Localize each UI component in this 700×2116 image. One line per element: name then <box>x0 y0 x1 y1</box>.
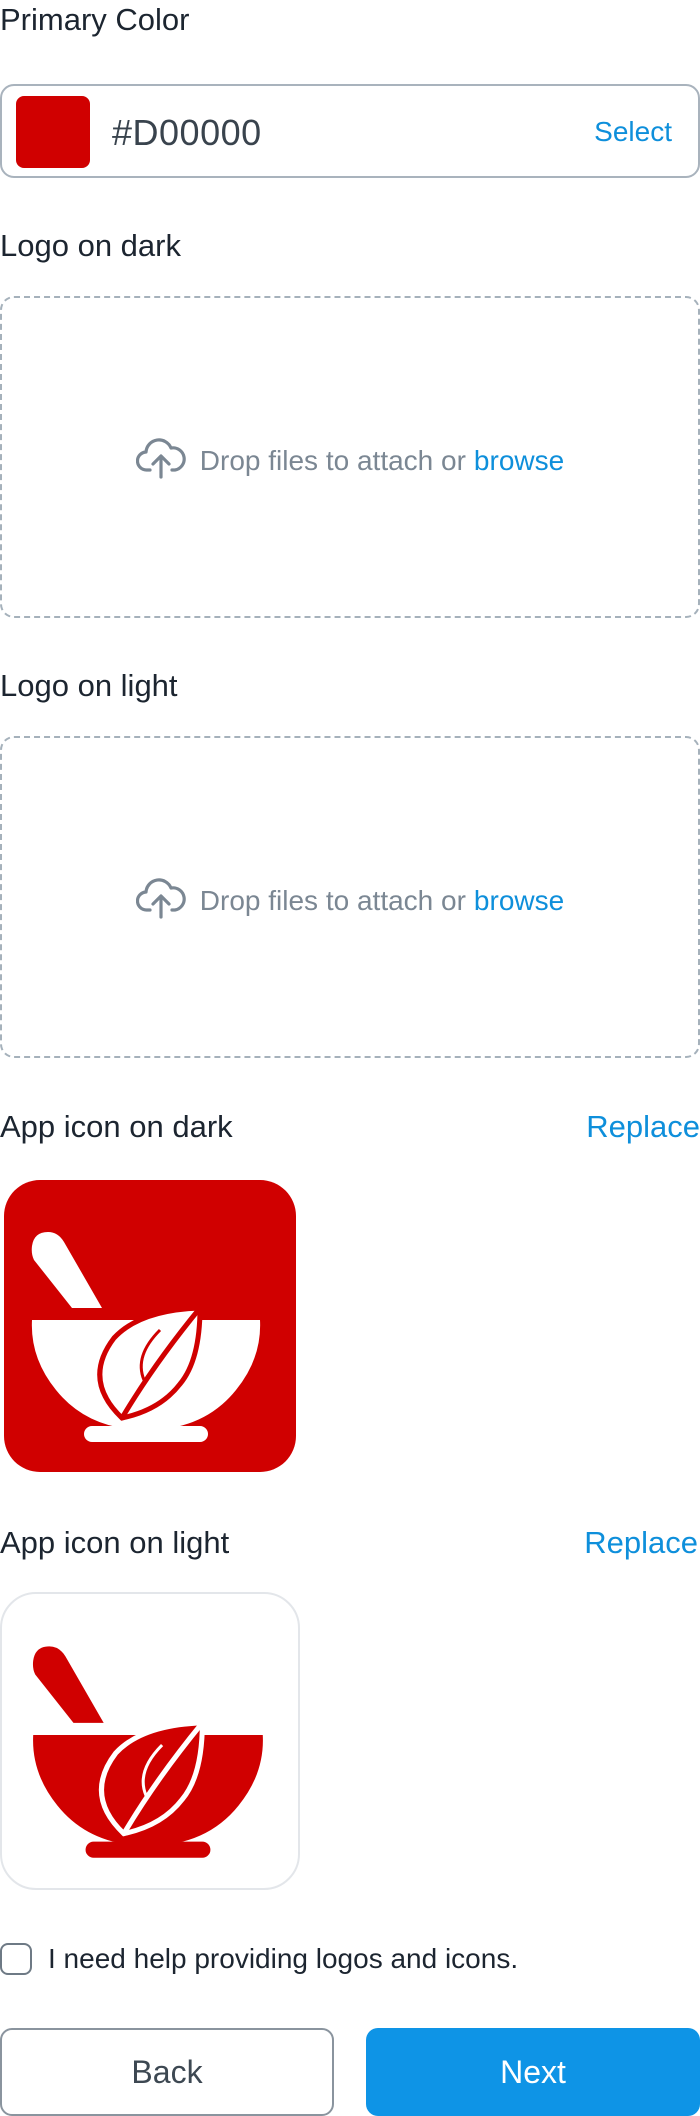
app-icon-on-dark-label: App icon on dark <box>0 1109 233 1144</box>
replace-app-icon-dark-button[interactable]: Replace <box>586 1111 700 1142</box>
app-icon-dark-preview <box>4 1180 296 1472</box>
logo-on-light-label: Logo on light <box>0 668 178 703</box>
browse-link[interactable]: browse <box>474 445 564 477</box>
back-button[interactable]: Back <box>0 2028 334 2116</box>
select-color-button[interactable]: Select <box>594 116 672 148</box>
mortar-pestle-leaf-icon <box>31 1232 261 1442</box>
browse-link[interactable]: browse <box>474 885 564 917</box>
replace-app-icon-light-button[interactable]: Replace <box>584 1527 698 1558</box>
logo-on-light-dropzone[interactable]: Drop files to attach or browse <box>0 736 700 1058</box>
primary-color-value[interactable]: #D00000 <box>112 112 262 154</box>
next-button[interactable]: Next <box>366 2028 700 2116</box>
dropzone-text: Drop files to attach or <box>199 884 466 916</box>
app-icon-on-light-label: App icon on light <box>0 1525 230 1560</box>
dropzone-text: Drop files to attach or <box>199 444 466 476</box>
primary-color-label: Primary Color <box>0 2 190 37</box>
logo-on-dark-dropzone[interactable]: Drop files to attach or browse <box>0 296 700 618</box>
help-checkbox[interactable] <box>0 1943 32 1975</box>
logo-on-dark-label: Logo on dark <box>0 228 181 263</box>
app-icon-light-preview <box>0 1592 300 1890</box>
help-checkbox-label[interactable]: I need help providing logos and icons. <box>48 1943 518 1975</box>
mortar-pestle-leaf-icon <box>32 1646 263 1858</box>
upload-cloud-icon <box>135 437 186 484</box>
primary-color-field[interactable]: #D00000 Select <box>0 84 700 178</box>
help-checkbox-row[interactable]: I need help providing logos and icons. <box>0 1943 518 1975</box>
color-swatch[interactable] <box>16 96 90 168</box>
upload-cloud-icon <box>135 877 186 924</box>
